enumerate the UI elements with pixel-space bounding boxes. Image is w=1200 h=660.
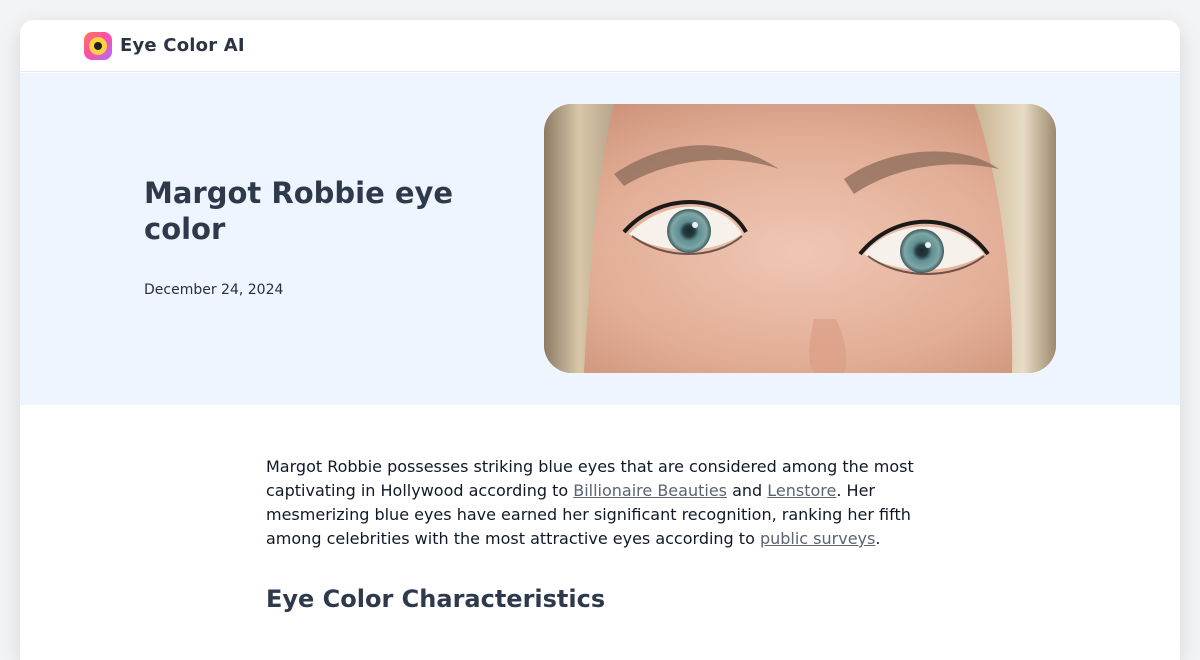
article-content: Margot Robbie possesses striking blue ey… xyxy=(266,455,936,613)
page-window: Eye Color AI Margot Robbie eye color Dec… xyxy=(20,20,1180,660)
eyes-photo-illustration xyxy=(544,104,1056,373)
article-intro: Margot Robbie possesses striking blue ey… xyxy=(266,455,936,551)
site-header: Eye Color AI xyxy=(20,20,1180,72)
link-billionaire-beauties[interactable]: Billionaire Beauties xyxy=(573,481,727,500)
section-heading-eye-color-characteristics: Eye Color Characteristics xyxy=(266,585,606,613)
logo-pupil xyxy=(94,41,102,50)
logo-eye-shape xyxy=(89,36,107,55)
publish-date: December 24, 2024 xyxy=(144,282,284,298)
eye-logo-icon[interactable] xyxy=(84,31,112,60)
hero-eyes-image xyxy=(544,104,1056,373)
link-lenstore[interactable]: Lenstore xyxy=(767,481,836,500)
page-title: Margot Robbie eye color xyxy=(144,176,454,246)
intro-text-2: and xyxy=(727,481,768,500)
brand-name[interactable]: Eye Color AI xyxy=(120,35,245,56)
link-public-surveys[interactable]: public surveys xyxy=(760,529,875,548)
intro-text-4: . xyxy=(875,529,881,548)
hero-section: Margot Robbie eye color December 24, 202… xyxy=(20,73,1180,405)
